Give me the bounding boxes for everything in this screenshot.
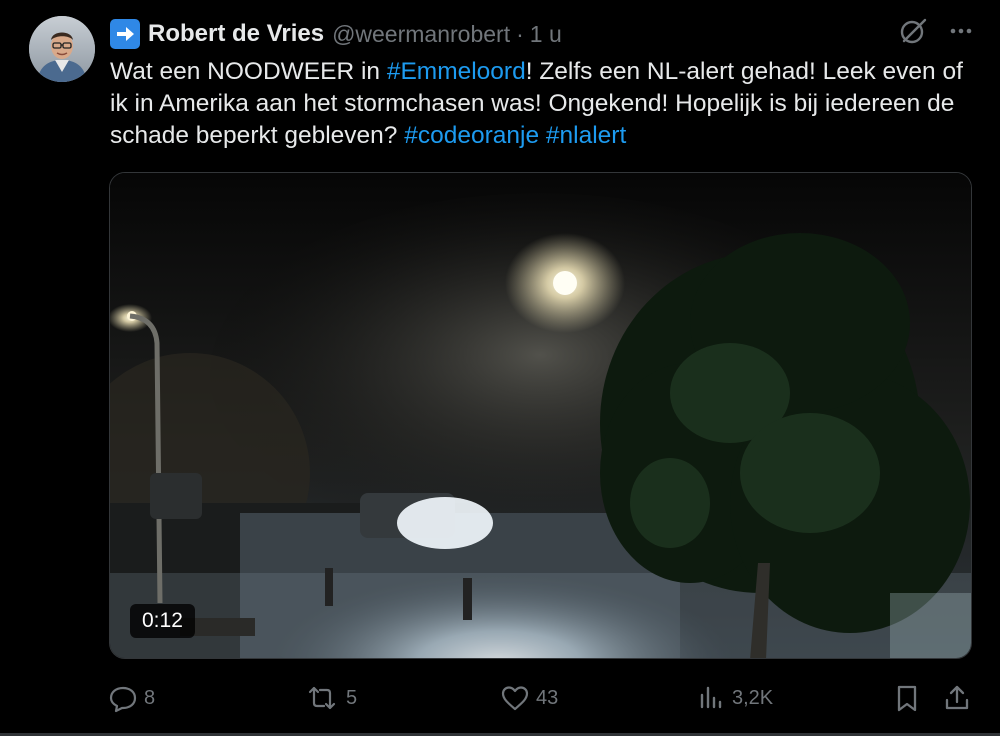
- tweet[interactable]: Robert de Vries @weermanrobert · 1 u Wat…: [0, 0, 1000, 736]
- more-options-icon[interactable]: [948, 18, 974, 49]
- share-button[interactable]: [942, 680, 972, 716]
- tweet-actions: 8 5 43 3,2K: [108, 680, 974, 716]
- share-icon: [945, 685, 969, 710]
- hashtag-link[interactable]: #codeoranje: [404, 122, 539, 149]
- hashtag-link[interactable]: #Emmeloord: [387, 58, 526, 85]
- views-chart-icon: [700, 686, 722, 709]
- tweet-text-segment: Wat een NOODWEER in: [110, 58, 387, 85]
- tweet-top-actions: [898, 16, 974, 51]
- like-button[interactable]: 43: [500, 680, 558, 716]
- repost-count: 5: [346, 686, 358, 709]
- views-button[interactable]: 3,2K: [696, 680, 773, 716]
- hashtag-link[interactable]: #nlalert: [546, 122, 626, 149]
- tweet-text: Wat een NOODWEER in #Emmeloord! Zelfs ee…: [110, 56, 970, 152]
- heart-icon: [501, 686, 529, 711]
- author-handle[interactable]: @weermanrobert: [332, 21, 510, 48]
- grok-icon[interactable]: [898, 16, 928, 51]
- avatar-image: [29, 16, 95, 82]
- right-arrow-icon: [110, 19, 140, 49]
- bookmark-button[interactable]: [892, 680, 922, 716]
- repost-button[interactable]: 5: [304, 680, 357, 716]
- reply-button[interactable]: 8: [108, 680, 155, 716]
- reply-count: 8: [144, 686, 156, 709]
- video-player[interactable]: [109, 172, 972, 659]
- repost-icon: [308, 686, 336, 710]
- bookmark-icon: [897, 685, 917, 712]
- like-count: 43: [536, 686, 559, 709]
- separator-dot: ·: [516, 20, 524, 47]
- author-name[interactable]: Robert de Vries: [148, 20, 324, 48]
- tweet-text-segment: [539, 122, 546, 149]
- video-duration-badge: 0:12: [130, 604, 195, 638]
- avatar[interactable]: [29, 16, 95, 82]
- views-count: 3,2K: [732, 686, 774, 709]
- video-frame: [110, 173, 971, 658]
- tweet-header: Robert de Vries @weermanrobert · 1 u: [110, 18, 562, 50]
- reply-icon: [109, 686, 137, 713]
- timestamp[interactable]: 1 u: [530, 21, 562, 48]
